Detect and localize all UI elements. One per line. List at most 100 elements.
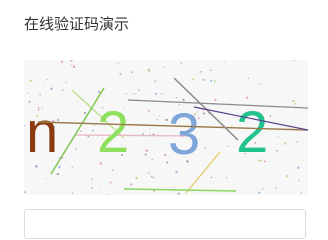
noise-dot: [258, 191, 261, 195]
captcha-char: 2: [97, 100, 129, 165]
noise-dot: [177, 192, 180, 195]
noise-dot: [210, 176, 213, 179]
captcha-canvas: n 2 3 2: [24, 60, 308, 195]
noise-dot: [43, 81, 45, 83]
noise-dot: [117, 63, 119, 65]
captcha-char: 2: [236, 100, 268, 165]
noise-dot: [154, 80, 157, 82]
noise-dot: [50, 87, 53, 90]
noise-dot: [192, 78, 195, 81]
noise-dot: [225, 176, 228, 179]
noise-dot: [199, 72, 201, 74]
noise-dot: [209, 60, 211, 62]
noise-dot: [58, 165, 61, 169]
noise-dot: [45, 178, 47, 180]
noise-dot: [24, 124, 25, 127]
noise-dot: [276, 149, 278, 152]
captcha-image[interactable]: n 2 3 2: [24, 60, 308, 195]
noise-dot: [46, 78, 48, 81]
noise-dot: [109, 181, 112, 184]
noise-dot: [151, 158, 153, 161]
noise-dot: [175, 170, 178, 174]
noise-dot: [138, 89, 140, 91]
noise-dot: [72, 65, 76, 69]
noise-dot: [204, 147, 206, 150]
noise-dot: [300, 192, 303, 194]
noise-dot: [150, 175, 153, 178]
noise-dot: [296, 141, 298, 143]
noise-dot: [277, 136, 279, 138]
noise-dot: [147, 172, 150, 175]
noise-dot: [107, 194, 109, 195]
noise-dot: [261, 187, 264, 190]
noise-dot: [24, 191, 27, 194]
noise-dot: [275, 187, 277, 189]
noise-dot: [160, 92, 163, 95]
noise-dot: [286, 175, 289, 178]
noise-dot: [93, 124, 95, 126]
captcha-input-field[interactable]: [24, 209, 306, 239]
noise-dot: [247, 77, 250, 80]
noise-dot: [200, 70, 203, 73]
noise-dot: [159, 115, 161, 117]
noise-dot: [39, 93, 41, 96]
noise-dot: [149, 133, 151, 135]
noise-dot: [156, 118, 159, 121]
noise-dot: [209, 69, 212, 72]
noise-dot: [35, 165, 38, 168]
noise-dot: [284, 142, 287, 145]
noise-dot: [229, 102, 231, 104]
noise-dot: [301, 60, 303, 62]
noise-dot: [147, 109, 150, 112]
noise-dot: [147, 68, 151, 72]
noise-dot: [293, 60, 295, 61]
noise-dot: [133, 92, 135, 95]
noise-dot: [119, 73, 122, 76]
noise-dot: [99, 188, 101, 190]
noise-dot: [294, 103, 297, 105]
page-title: 在线验证码演示: [24, 15, 130, 33]
noise-dot: [65, 81, 67, 84]
noise-dot: [60, 60, 64, 63]
noise-dot: [131, 71, 133, 74]
noise-dot: [182, 98, 185, 102]
noise-dot: [292, 99, 295, 103]
noise-dot: [175, 96, 178, 99]
noise-dot: [56, 172, 60, 176]
noise-dot: [213, 80, 216, 83]
noise-line: [123, 188, 237, 192]
noise-dot: [97, 90, 101, 94]
noise-dot: [259, 83, 261, 85]
noise-dot: [202, 112, 206, 115]
noise-dot: [246, 96, 249, 99]
captcha-input[interactable]: [25, 210, 305, 238]
noise-dot: [75, 148, 77, 150]
noise-dot: [180, 62, 183, 65]
noise-dot: [91, 129, 94, 132]
noise-dot: [71, 166, 74, 169]
noise-dot: [71, 64, 73, 66]
noise-dot: [152, 176, 155, 179]
noise-dot: [71, 192, 74, 194]
noise-dot: [84, 112, 87, 115]
noise-dot: [125, 93, 127, 95]
noise-dot: [164, 153, 167, 157]
noise-dot: [223, 61, 225, 63]
noise-dot: [27, 92, 29, 94]
noise-dot: [210, 79, 213, 82]
noise-dot: [298, 179, 300, 182]
noise-dot: [130, 183, 133, 186]
noise-dot: [149, 127, 151, 129]
noise-dot: [297, 166, 300, 170]
captcha-char: 3: [168, 102, 200, 167]
noise-line: [127, 99, 308, 109]
noise-dot: [226, 145, 229, 148]
noise-dot: [214, 98, 217, 102]
noise-dot: [61, 89, 64, 92]
noise-dot: [76, 100, 78, 102]
noise-dot: [145, 149, 149, 152]
captcha-char: n: [26, 100, 58, 165]
noise-dot: [163, 66, 166, 68]
noise-dot: [91, 187, 93, 189]
noise-dot: [111, 169, 114, 172]
